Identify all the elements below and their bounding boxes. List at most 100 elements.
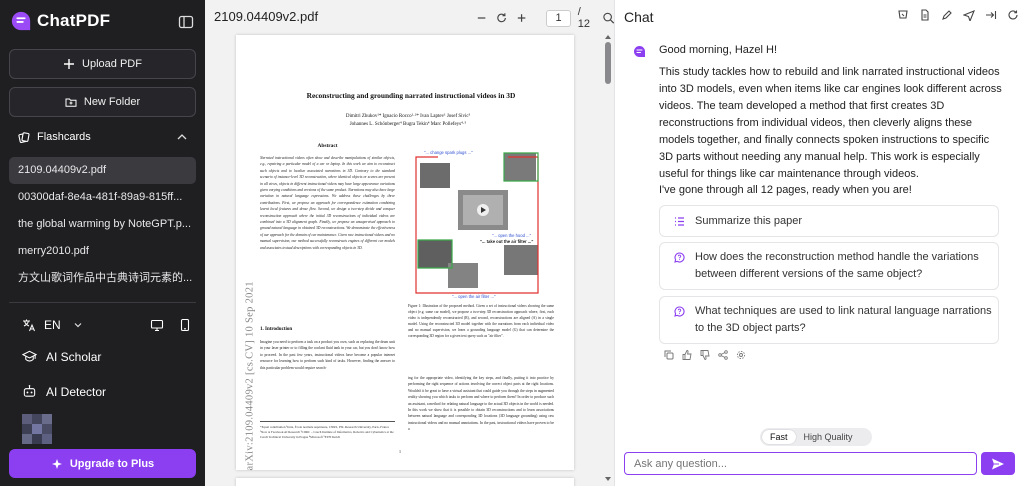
document-icon[interactable] xyxy=(919,9,931,21)
message-actions xyxy=(664,350,746,360)
paper-title: Reconstructing and grounding narrated in… xyxy=(306,91,516,100)
send-icon xyxy=(992,458,1004,469)
upgrade-label: Upgrade to Plus xyxy=(69,457,155,470)
suggestion-text: How does the reconstruction method handl… xyxy=(695,251,979,280)
brand[interactable]: ChatPDF xyxy=(10,10,110,32)
paper-authors: Dimitri Zhukov¹* Ignacio Rocco¹·²* Ivan … xyxy=(258,113,558,129)
broom-icon[interactable] xyxy=(897,9,909,21)
ai-detector-label: AI Detector xyxy=(46,384,107,399)
sidebar-divider xyxy=(9,302,196,303)
language-label: EN xyxy=(44,318,61,332)
zoom-in-icon[interactable] xyxy=(515,11,528,25)
chevron-down-icon xyxy=(74,323,82,328)
suggestion-text: Summarize this paper xyxy=(695,215,802,227)
upload-pdf-label: Upload PDF xyxy=(82,58,142,70)
refresh-icon[interactable] xyxy=(1007,9,1019,21)
new-folder-label: New Folder xyxy=(83,96,141,108)
new-folder-button[interactable]: New Folder xyxy=(9,87,196,117)
greeting-message: Good morning, Hazel H! xyxy=(659,44,777,56)
pdf-controls: 1 / 12 xyxy=(475,6,615,30)
robot-icon xyxy=(23,385,36,397)
list-icon xyxy=(675,217,684,226)
chat-actions xyxy=(897,9,1024,21)
scroll-down-icon[interactable] xyxy=(604,475,612,483)
figure-label: "... open the air filter ..." xyxy=(452,294,496,299)
edit-icon[interactable] xyxy=(941,9,953,21)
figure-label: "... open the hood ..." xyxy=(492,233,532,238)
mobile-icon[interactable] xyxy=(178,318,192,332)
question-bubble-icon xyxy=(674,306,685,317)
question-bubble-icon xyxy=(674,252,685,263)
figure-label: "... change spark plugs ..." xyxy=(424,150,473,155)
ai-scholar-link[interactable]: AI Scholar xyxy=(22,349,101,364)
search-icon[interactable] xyxy=(602,11,615,25)
chatpdf-bot-icon xyxy=(634,46,645,57)
pdf-page-next xyxy=(236,478,574,486)
chatpdf-logo-icon xyxy=(11,11,31,31)
abstract-text: Narrated instructional videos often show… xyxy=(260,156,395,250)
authors-line: Johannes L. Schönberger⁴ Bugra Tekin⁴ Ma… xyxy=(349,122,467,127)
quality-option-high[interactable]: High Quality xyxy=(796,430,861,444)
pdf-page: arXiv:2109.04409v2 [cs.CV] 10 Sep 2021 R… xyxy=(236,35,574,471)
page-number: 1 xyxy=(399,449,401,454)
language-selector[interactable]: EN xyxy=(22,318,83,332)
zoom-out-icon[interactable] xyxy=(475,11,488,25)
total-pages: / 12 xyxy=(577,6,591,30)
file-item[interactable]: 方文山歌词作品中古典诗词元素的... xyxy=(9,265,196,292)
ai-detector-link[interactable]: AI Detector xyxy=(22,384,106,399)
cards-icon xyxy=(18,132,30,143)
scroll-thumb[interactable] xyxy=(605,42,611,84)
pages-note: I've gone through all 12 pages, ready wh… xyxy=(659,184,912,196)
figure-caption: Figure 1: Illustration of the proposed m… xyxy=(408,304,554,338)
sparkle-icon xyxy=(51,458,62,469)
reset-zoom-icon[interactable] xyxy=(495,11,508,25)
folder-plus-icon xyxy=(65,98,77,107)
chat-input[interactable] xyxy=(624,452,977,475)
figure-label: "... take out the air filter ..." xyxy=(480,239,533,244)
translate-icon xyxy=(23,319,35,332)
graduation-cap-icon xyxy=(22,350,37,362)
thumbs-down-icon[interactable] xyxy=(700,350,710,360)
desktop-icon[interactable] xyxy=(150,318,164,332)
chat-title: Chat xyxy=(624,9,654,25)
page-number-input[interactable]: 1 xyxy=(546,9,571,27)
pdf-viewer: 2109.04409v2.pdf 1 / 12 arXiv:2109.04409… xyxy=(205,0,615,486)
language-row: EN xyxy=(22,317,192,333)
avatar[interactable] xyxy=(22,414,52,444)
abstract-heading: Abstract xyxy=(317,143,338,149)
file-item[interactable]: the global warming by NoteGPT.p... xyxy=(9,211,196,238)
pdf-filename: 2109.04409v2.pdf xyxy=(214,9,319,24)
intro-text: Imagine you need to perform a task on a … xyxy=(260,340,395,370)
figure-illustration: "... change spark plugs ..." "... open t… xyxy=(408,145,553,300)
authors-line: Dimitri Zhukov¹* Ignacio Rocco¹·²* Ivan … xyxy=(345,114,471,119)
quality-option-fast[interactable]: Fast xyxy=(762,430,796,444)
suggestion-summarize[interactable]: Summarize this paper xyxy=(659,205,999,237)
chat-panel: Chat Good morning, Hazel H! This study t… xyxy=(615,0,1024,486)
summary-message: This study tackles how to rebuild and li… xyxy=(659,66,1002,180)
upload-pdf-button[interactable]: Upload PDF xyxy=(9,49,196,79)
pdf-scrollbar[interactable] xyxy=(604,33,612,483)
export-icon[interactable] xyxy=(985,9,997,21)
brand-name: ChatPDF xyxy=(37,11,111,30)
file-item[interactable]: merry2010.pdf xyxy=(9,238,196,265)
thumbs-up-icon[interactable] xyxy=(682,350,692,360)
send-button[interactable] xyxy=(981,452,1015,475)
settings-icon[interactable] xyxy=(736,350,746,360)
file-item[interactable]: 2109.04409v2.pdf xyxy=(9,157,196,184)
device-switcher xyxy=(150,318,192,332)
quality-toggle: Fast High Quality xyxy=(760,428,872,446)
flashcards-section-header[interactable]: Flashcards xyxy=(18,131,188,143)
suggestion-question[interactable]: What techniques are used to link natural… xyxy=(659,296,999,344)
suggestion-question[interactable]: How does the reconstruction method handl… xyxy=(659,242,999,290)
share-icon[interactable] xyxy=(718,350,728,360)
plus-icon xyxy=(64,59,75,69)
arxiv-stamp: arXiv:2109.04409v2 [cs.CV] 10 Sep 2021 xyxy=(244,281,256,471)
intro-heading: 1. Introduction xyxy=(260,327,293,332)
sidebar-toggle-icon[interactable] xyxy=(178,14,194,30)
chevron-up-icon[interactable] xyxy=(176,131,188,143)
scroll-up-icon[interactable] xyxy=(604,33,612,41)
copy-icon[interactable] xyxy=(664,350,674,360)
send-share-icon[interactable] xyxy=(963,9,975,21)
upgrade-button[interactable]: Upgrade to Plus xyxy=(9,449,196,478)
file-item[interactable]: 00300daf-8e4a-481f-89a9-815ff... xyxy=(9,184,196,211)
